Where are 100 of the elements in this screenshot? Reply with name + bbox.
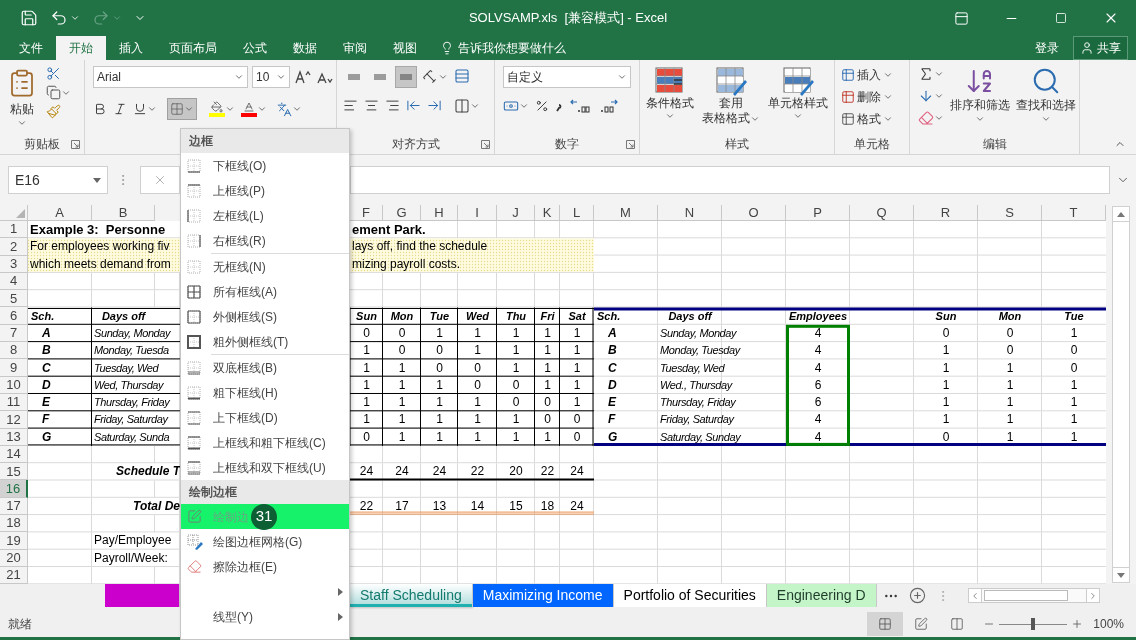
menu-item[interactable]: 左框线(L) [181,203,349,228]
menu-item[interactable]: 上框线和粗下框线(C) [181,430,349,455]
font-color-icon[interactable] [242,101,256,113]
ribbon-tab[interactable]: 开始 [56,36,106,60]
clear-icon[interactable] [918,110,934,126]
caret-icon[interactable] [934,113,944,123]
caret-icon[interactable] [470,101,480,111]
menu-item[interactable]: 上框线(P) [181,178,349,203]
fill-color-icon[interactable] [210,101,224,113]
name-box[interactable]: E16 [8,166,108,194]
cells-button[interactable]: 删除 [841,88,893,106]
caret-icon[interactable] [665,111,675,121]
sheet-tab[interactable]: Portfolio of Securities [613,584,767,608]
row-header[interactable]: 1 [0,221,28,239]
menu-item[interactable]: 无框线(N) [181,254,349,279]
sheet-tab[interactable]: Maximizing Income [472,584,614,608]
number-format-field[interactable]: 自定义 [503,66,631,88]
tell-me-field[interactable]: 告诉我你想要做什么 [458,39,566,57]
scroll-thumb[interactable] [983,590,1068,602]
percent-icon[interactable] [535,99,549,113]
dialog-launcher-icon[interactable] [626,140,635,149]
caret-icon[interactable] [184,104,194,114]
style-gallery-button[interactable]: 单元格样式 [768,66,828,134]
new-sheet-icon[interactable] [908,587,926,605]
align-left-icon[interactable] [343,98,358,113]
caret-icon[interactable] [17,118,27,128]
wrap-text-icon[interactable] [454,68,470,84]
caret-icon[interactable] [975,114,985,124]
caret-icon[interactable] [234,72,244,82]
column-header[interactable]: K [542,205,552,220]
ribbon-tab[interactable]: 公式 [230,36,280,60]
caret-icon[interactable] [276,72,286,82]
grow-font-icon[interactable] [294,69,312,85]
sheet-tab[interactable] [105,584,180,608]
view-button[interactable] [867,612,904,637]
column-header[interactable]: G [396,205,407,220]
caret-icon[interactable] [438,72,448,82]
decrease-indent-icon[interactable] [406,98,421,113]
ribbon-tab[interactable]: 视图 [380,36,430,60]
align-right-icon[interactable] [385,98,400,113]
dialog-launcher-icon[interactable] [481,140,490,149]
maximize-icon[interactable] [1055,12,1067,24]
increase-decimal-icon[interactable] [569,98,591,114]
scissors-icon[interactable] [46,66,61,81]
caret-icon[interactable] [617,72,627,82]
increase-indent-icon[interactable] [427,98,442,113]
caret-icon[interactable] [147,104,157,114]
share-button[interactable]: 共享 [1073,36,1128,60]
ribbon-tab[interactable]: 文件 [6,36,56,60]
menu-item[interactable]: 外侧框线(S) [181,304,349,329]
sign-in-link[interactable]: 登录 [1035,36,1059,60]
person-icon[interactable] [1080,41,1094,55]
ribbon-tab[interactable]: 页面布局 [156,36,230,60]
scroll-up-icon[interactable] [1117,211,1125,217]
cancel-icon[interactable] [153,173,167,187]
menu-item[interactable]: 线型(Y) [181,604,349,629]
caret-icon[interactable] [257,104,267,114]
vertical-scrollbar[interactable] [1112,222,1130,568]
row-header[interactable]: 15 [0,463,28,481]
format-painter-icon[interactable] [46,104,61,119]
caret-icon[interactable] [225,104,235,114]
column-header[interactable]: B [118,205,128,220]
zoom-in-icon[interactable] [1071,618,1084,631]
horizontal-scrollbar[interactable] [981,588,1086,604]
editing-button[interactable]: 排序和筛选 [950,66,1010,134]
dialog-launcher-icon[interactable] [71,140,80,149]
caret-icon[interactable] [292,104,302,114]
style-gallery-button[interactable]: 条件格式 [646,66,694,134]
caret-icon[interactable] [934,69,944,79]
menu-item[interactable]: 上框线和双下框线(U) [181,455,349,480]
paste-button[interactable]: 粘贴 [4,66,40,134]
caret-icon[interactable] [793,111,803,121]
zoom-level[interactable]: 100% [1093,615,1124,634]
ribbon-tab[interactable]: 插入 [106,36,156,60]
save-icon[interactable] [20,9,38,27]
column-header[interactable]: J [512,205,519,220]
currency-icon[interactable] [503,98,519,114]
sheet-tab[interactable]: Engineering D [766,584,877,608]
menu-item[interactable]: 右框线(R) [181,228,349,253]
column-header[interactable]: H [434,205,444,220]
row-header[interactable]: 16 [0,480,28,498]
sheet-tab[interactable]: Staff Scheduling [350,584,473,608]
cells-button[interactable]: 格式 [841,110,893,128]
style-gallery-button[interactable]: 套用 表格格式 [702,66,760,134]
ribbon-tab[interactable]: 数据 [280,36,330,60]
row-header[interactable]: 8 [0,342,28,360]
caret-icon[interactable] [883,114,893,124]
column-header[interactable]: N [684,205,695,220]
copy-icon[interactable] [46,85,61,100]
menu-item[interactable]: 绘制边 31 [181,504,349,529]
column-header[interactable]: T [1069,205,1078,220]
column-header[interactable]: F [362,205,370,220]
formula-input[interactable] [350,166,1110,194]
caret-icon[interactable] [93,177,101,183]
menu-item[interactable]: 上下框线(D) [181,405,349,430]
zoom-thumb[interactable] [1031,618,1036,631]
caret-icon[interactable] [519,101,529,111]
row-header[interactable]: 9 [0,359,28,377]
menu-item[interactable]: 粗外侧框线(T) [181,329,349,354]
bold-icon[interactable] [93,102,107,116]
